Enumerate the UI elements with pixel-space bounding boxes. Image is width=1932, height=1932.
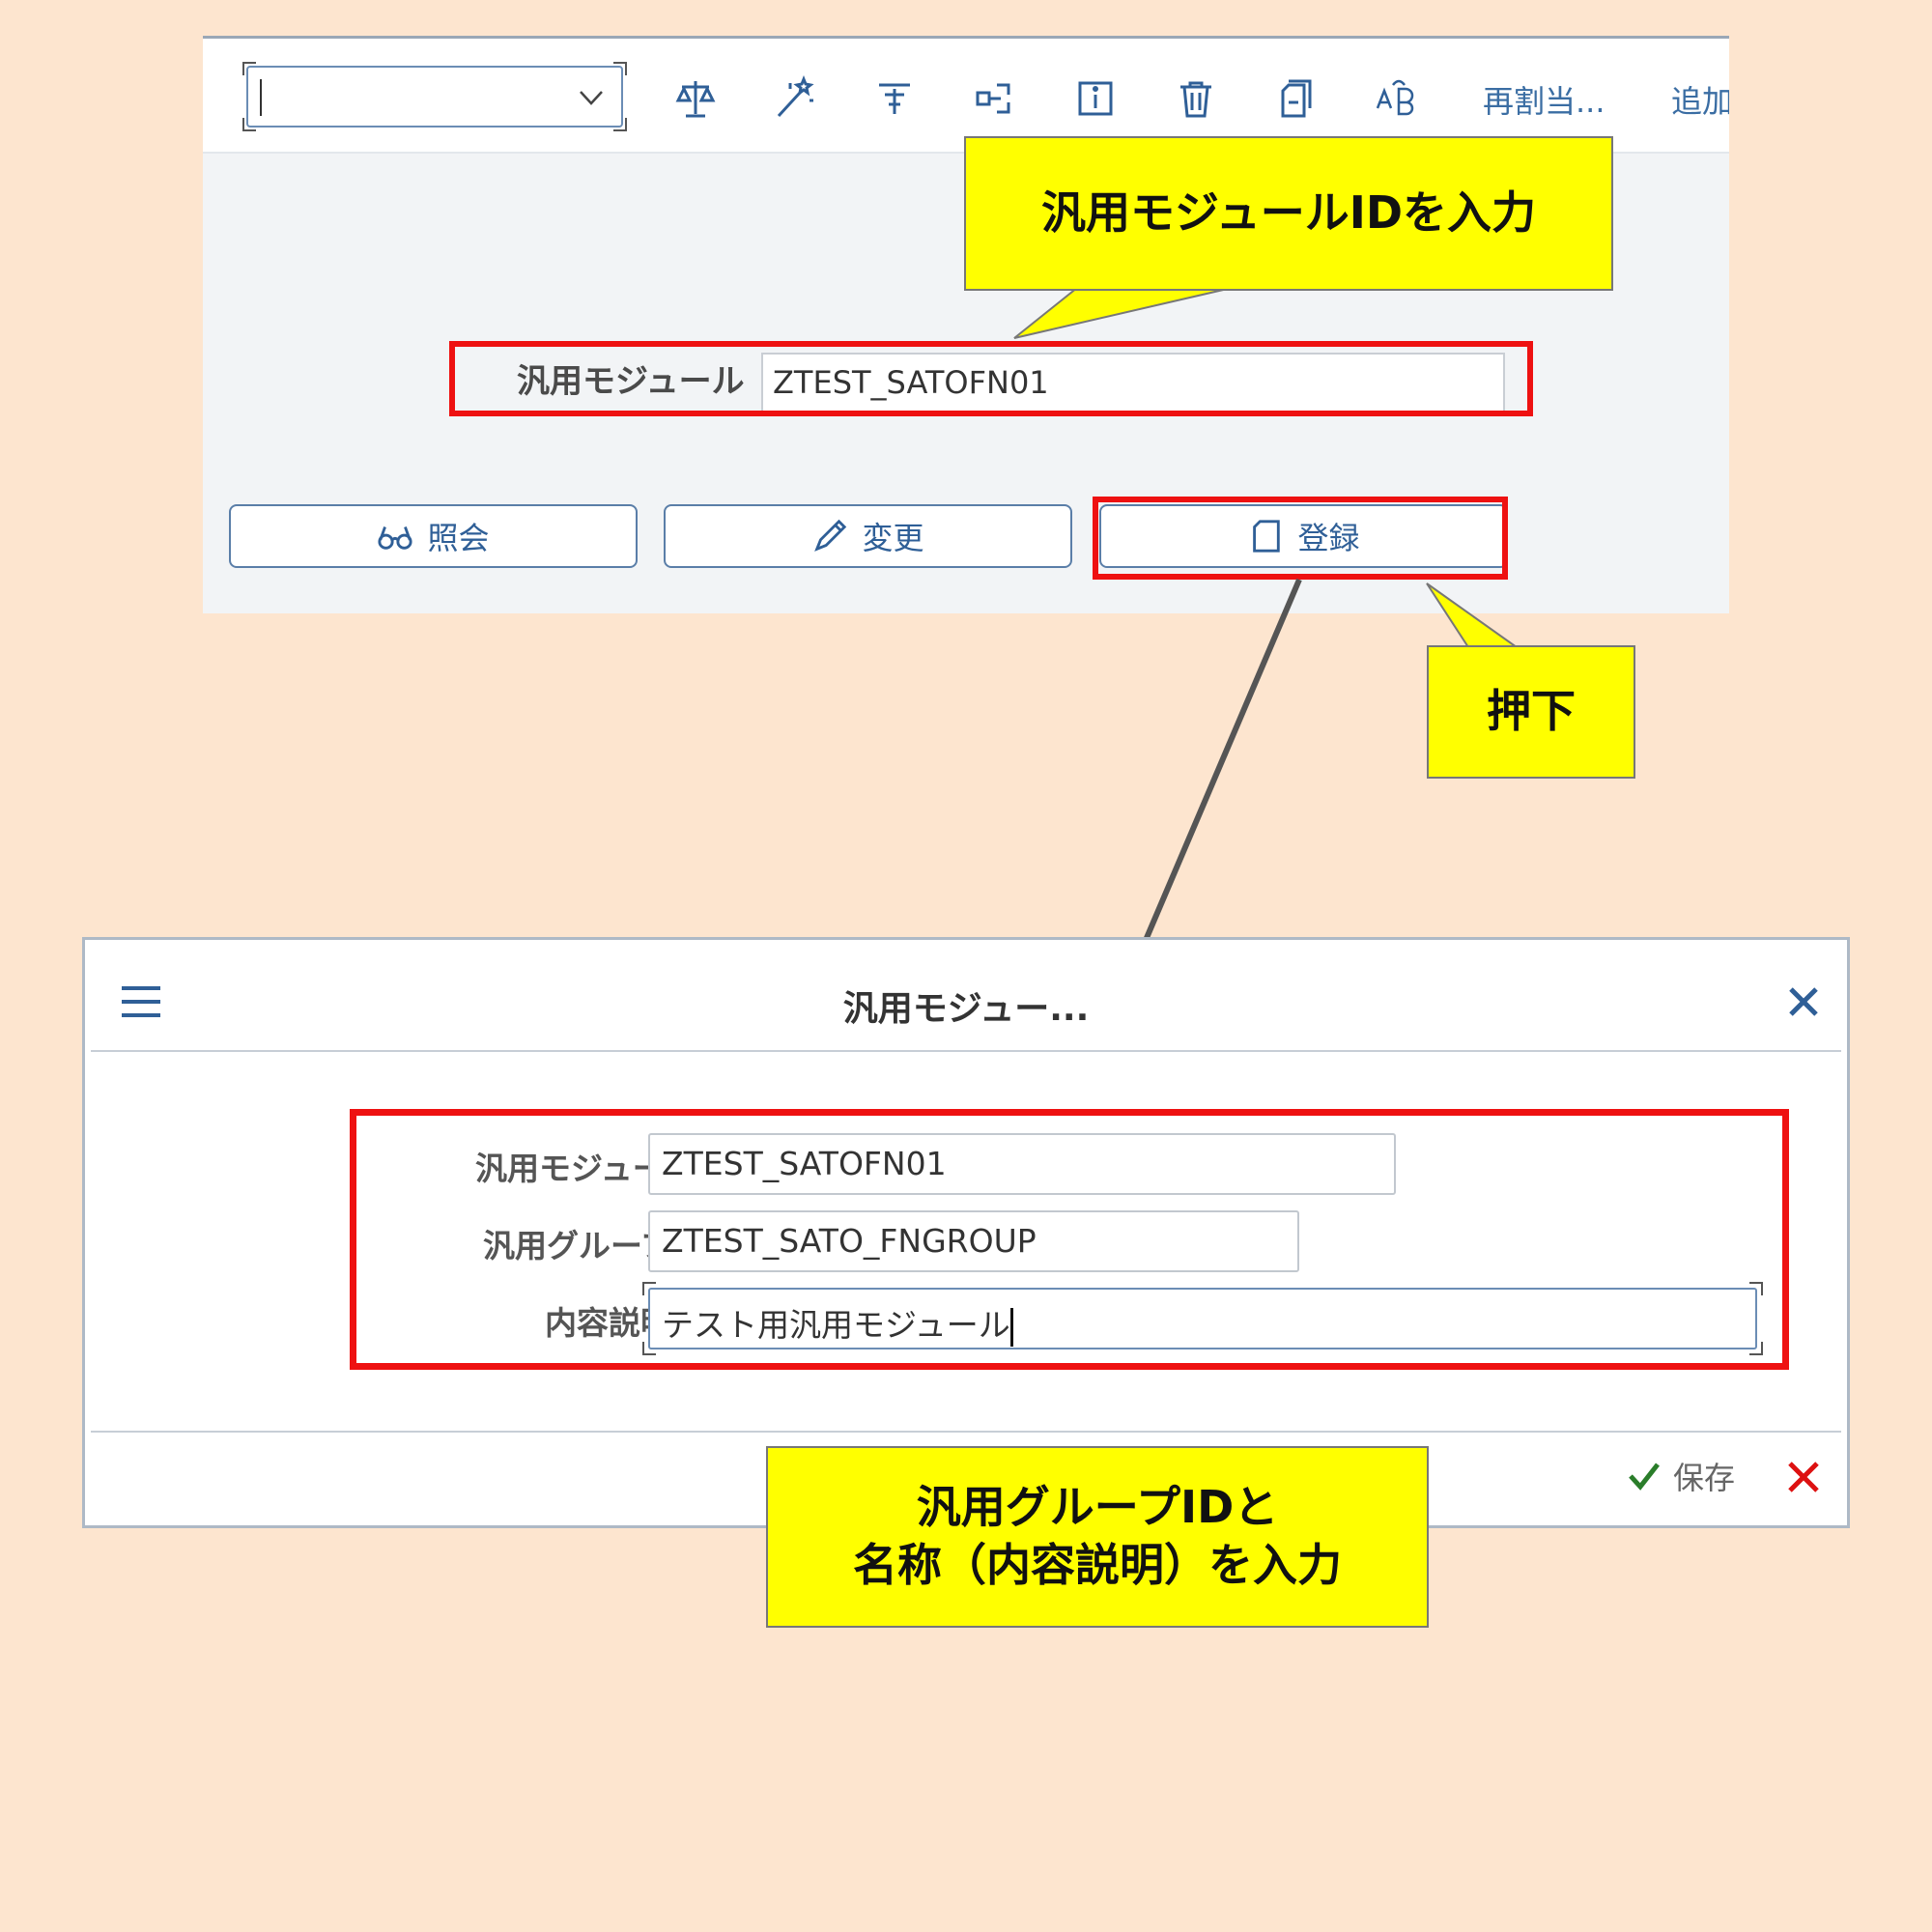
save-button-label: 保存 [1673,1460,1736,1496]
callout-enter-group-line2: 名称（内容説明）を入力 [853,1539,1342,1591]
highlight-dialog-fields [350,1109,1789,1370]
callout-press: 押下 [1427,645,1635,779]
callout-enter-group: 汎用グループIDと 名称（内容説明）を入力 [766,1446,1429,1628]
callout-enter-group-line1: 汎用グループIDと [916,1481,1279,1534]
callout-enter-module-id: 汎用モジュールIDを入力 [964,136,1613,291]
dialog-header: 汎用モジュー... [91,946,1841,1052]
checkmark-icon [1629,1463,1660,1491]
save-button[interactable]: 保存 [1627,1454,1735,1498]
cancel-icon[interactable] [1786,1460,1821,1494]
close-icon[interactable] [1786,984,1821,1019]
dialog-title: 汎用モジュー... [842,989,1090,1029]
